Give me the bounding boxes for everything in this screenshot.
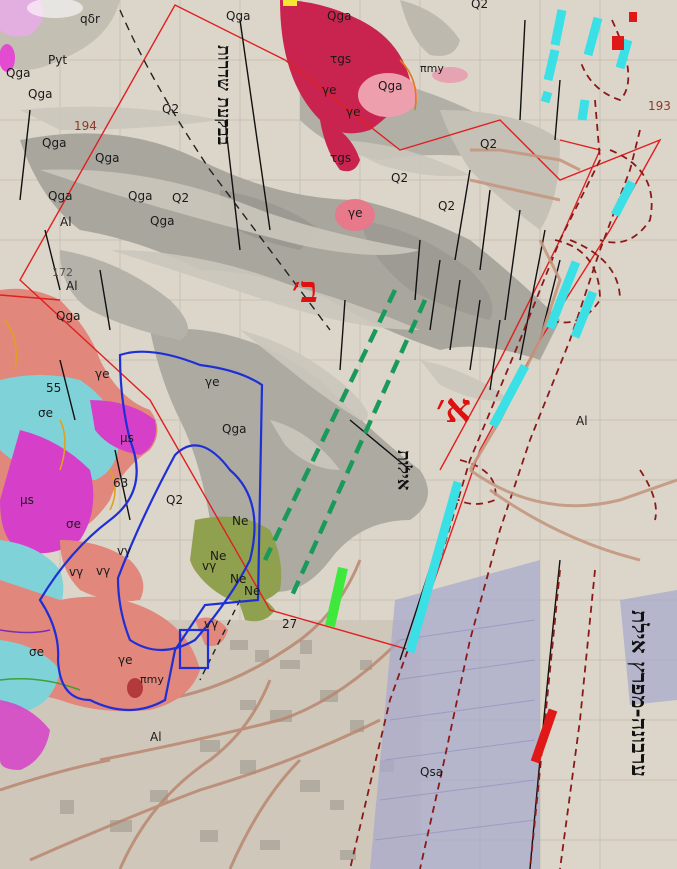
label-q2-4: Q2 [391,171,408,185]
label-mmy: πmy [420,62,444,75]
label-ye-2: γe [346,105,360,119]
label-qga-11: Qga [56,309,80,323]
eilot-label: אילות [393,450,414,490]
label-num-63: 63 [113,476,128,490]
label-qga-4: Qga [95,151,119,165]
label-qga-1: Qga [6,66,30,80]
label-ye-5: γe [205,375,219,389]
label-num-55: 55 [46,381,61,395]
label-al-4: Al [60,215,72,229]
label-qga-2: Qga [28,87,52,101]
label-ye-3: γe [348,206,362,220]
label-al-1: Al [66,279,78,293]
label-ne-2: Ne [210,549,226,563]
red-marker [612,36,624,50]
label-num-194: 194 [74,119,97,133]
label-qga-10: Qga [378,79,402,93]
label-ne-1: Ne [232,514,248,528]
label-q2-2: Q2 [162,102,179,116]
label-oe-2: σe [29,645,44,659]
label-qga-12: Qga [222,422,246,436]
label-num-27: 27 [282,617,297,631]
label-oe-1: σe [38,406,53,420]
label-qga-6: Qga [128,189,152,203]
map-canvas: Qga Qga Qga Qga Qga Qga Qga Qga Qga Qga … [0,0,677,869]
label-ne-4: Ne [244,584,260,598]
label-q2-7: Q2 [166,493,183,507]
zone-a-label: א׳ [436,385,471,432]
label-q2-5: Q2 [480,137,497,151]
label-qgs-1: τgs [330,52,351,66]
label-vy-5: vγ [204,617,218,631]
label-vy-3: vγ [96,564,110,578]
label-us-1: μs [120,431,134,445]
arava-road-label: ערבונה-מפרץ אילת [626,610,652,777]
label-al-3: Al [150,730,162,744]
label-oe-3: σe [66,517,81,531]
label-qga-9: Qga [226,9,250,23]
label-ye-6: γe [118,653,132,667]
label-num-172: 172 [52,266,73,279]
zone-b-label: ב׳ [292,269,318,311]
label-num-193: 193 [648,99,671,113]
label-vy-1: vγ [117,544,131,558]
label-my-small: πmy [140,673,164,686]
label-al-2: Al [576,414,588,428]
label-qga-5: Qga [48,189,72,203]
label-qgs-2: τgs [330,151,351,165]
label-pyt: Pyt [48,53,67,67]
label-qga-3: Qga [42,136,66,150]
label-vy-2: vγ [69,565,83,579]
shdorot-fault-label: בבקעת שדרות [213,45,234,146]
label-qdr: qδr [80,12,100,26]
label-q2-6: Q2 [438,199,455,213]
label-qga-7: Qga [150,214,174,228]
label-qga-8: Qga [327,9,351,23]
label-us-2: μs [20,493,34,507]
label-ye-1: γe [322,83,336,97]
label-ye-4: γe [95,367,109,381]
label-q2-1: Q2 [471,0,488,11]
label-qsa: Qsa [420,765,443,779]
geological-map: Qga Qga Qga Qga Qga Qga Qga Qga Qga Qga … [0,0,677,869]
label-q2-3: Q2 [172,191,189,205]
red-marker-small [629,12,637,22]
